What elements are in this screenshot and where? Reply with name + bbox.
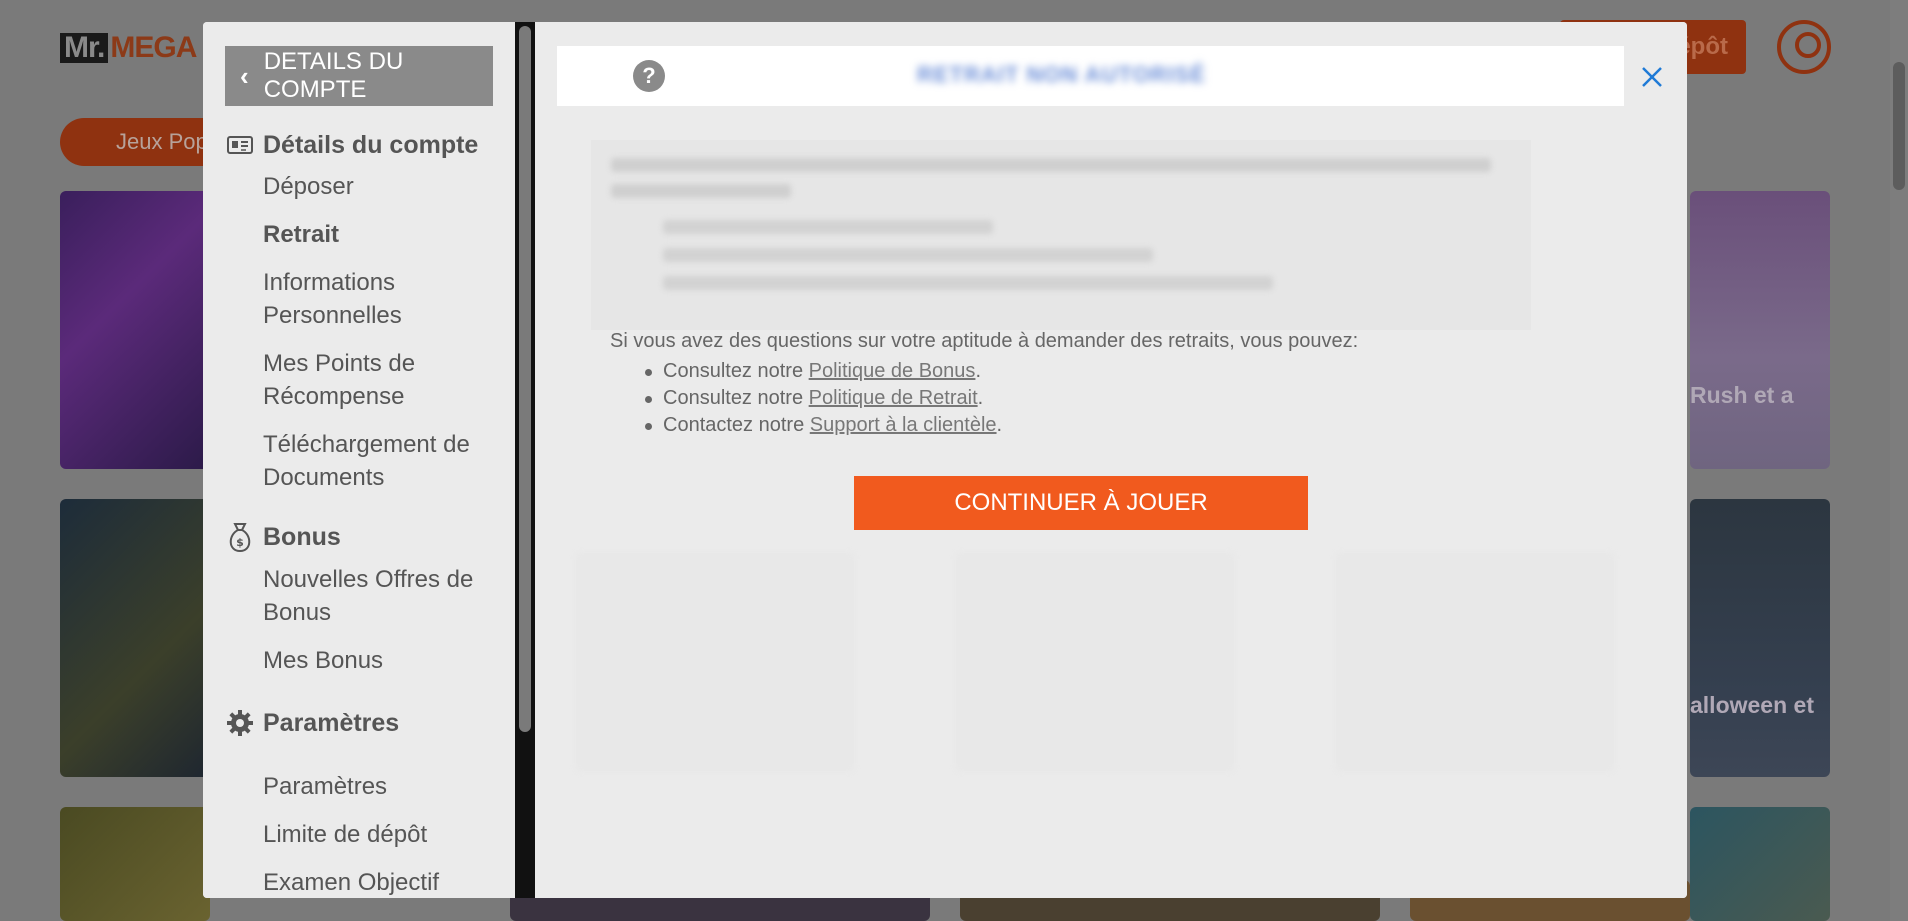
game-tile: [1690, 499, 1830, 777]
scrollbar-thumb[interactable]: [1893, 62, 1905, 190]
section-account-details: Détails du compte: [225, 130, 478, 160]
continue-playing-button[interactable]: CONTINUER À JOUER: [854, 476, 1308, 530]
sidebar-item-deposit-limit[interactable]: Limite de dépôt: [263, 818, 493, 851]
list-item: Contactez notre Support à la clientèle.: [645, 412, 1002, 439]
close-icon[interactable]: [1632, 57, 1672, 97]
game-tile: [1690, 807, 1830, 921]
svg-text:$: $: [236, 536, 244, 549]
help-links: Consultez notre Politique de Bonus. Cons…: [645, 358, 1002, 439]
sidebar-item-my-bonus[interactable]: Mes Bonus: [263, 644, 493, 677]
game-tile: [60, 191, 210, 469]
blurred-notice: [591, 140, 1531, 330]
content-header: ? RETRAIT NON AUTORISÉ: [557, 46, 1624, 106]
game-tile: [1690, 191, 1830, 469]
sidebar-item-document-upload[interactable]: Téléchargement de Documents: [263, 428, 493, 494]
withdrawal-content: ? RETRAIT NON AUTORISÉ Si vous avez des …: [535, 22, 1687, 898]
game-tile: [60, 807, 210, 921]
bonus-policy-link[interactable]: Politique de Bonus: [809, 360, 976, 382]
customer-support-link[interactable]: Support à la clientèle: [810, 414, 997, 436]
sidebar-item-settings[interactable]: Paramètres: [263, 770, 493, 803]
money-bag-icon: $: [225, 522, 255, 553]
gear-icon: [225, 708, 255, 738]
help-icon[interactable]: ?: [633, 60, 665, 92]
page-title: RETRAIT NON AUTORISÉ: [917, 62, 1206, 87]
section-settings: Paramètres: [225, 708, 399, 738]
game-tile: [60, 499, 210, 777]
sidebar-item-deposit[interactable]: Déposer: [263, 170, 493, 203]
sidebar-scrollbar[interactable]: [515, 22, 535, 898]
user-icon: [1777, 20, 1831, 74]
list-item: Consultez notre Politique de Bonus.: [645, 358, 1002, 385]
id-card-icon: [225, 130, 255, 160]
account-details-back-button[interactable]: ‹ DETAILS DU COMPTE: [225, 46, 493, 106]
tile-caption: alloween et: [1690, 692, 1814, 718]
site-logo: Mr. MEGA: [60, 31, 197, 64]
tile-caption: Rush et a: [1690, 382, 1794, 408]
sidebar-item-personal-info[interactable]: Informations Personnelles: [263, 266, 493, 332]
sidebar-item-new-bonus-offers[interactable]: Nouvelles Offres de Bonus: [263, 563, 493, 629]
list-item: Consultez notre Politique de Retrait.: [645, 385, 1002, 412]
account-sidebar: ‹ DETAILS DU COMPTE Détails du compte Dé…: [203, 22, 515, 898]
page-scrollbar[interactable]: [1890, 0, 1908, 921]
section-bonus: $ Bonus: [225, 522, 341, 553]
chevron-left-icon: ‹: [240, 60, 249, 91]
sidebar-scrollbar-thumb[interactable]: [519, 26, 531, 732]
account-modal: ‹ DETAILS DU COMPTE Détails du compte Dé…: [203, 22, 1687, 898]
sidebar-item-objective-review[interactable]: Examen Objectif: [263, 866, 493, 898]
sidebar-item-reward-points[interactable]: Mes Points de Récompense: [263, 347, 493, 413]
sidebar-item-withdrawal[interactable]: Retrait: [263, 218, 493, 251]
withdrawal-policy-link[interactable]: Politique de Retrait: [809, 387, 978, 409]
question-text: Si vous avez des questions sur votre apt…: [610, 330, 1359, 352]
